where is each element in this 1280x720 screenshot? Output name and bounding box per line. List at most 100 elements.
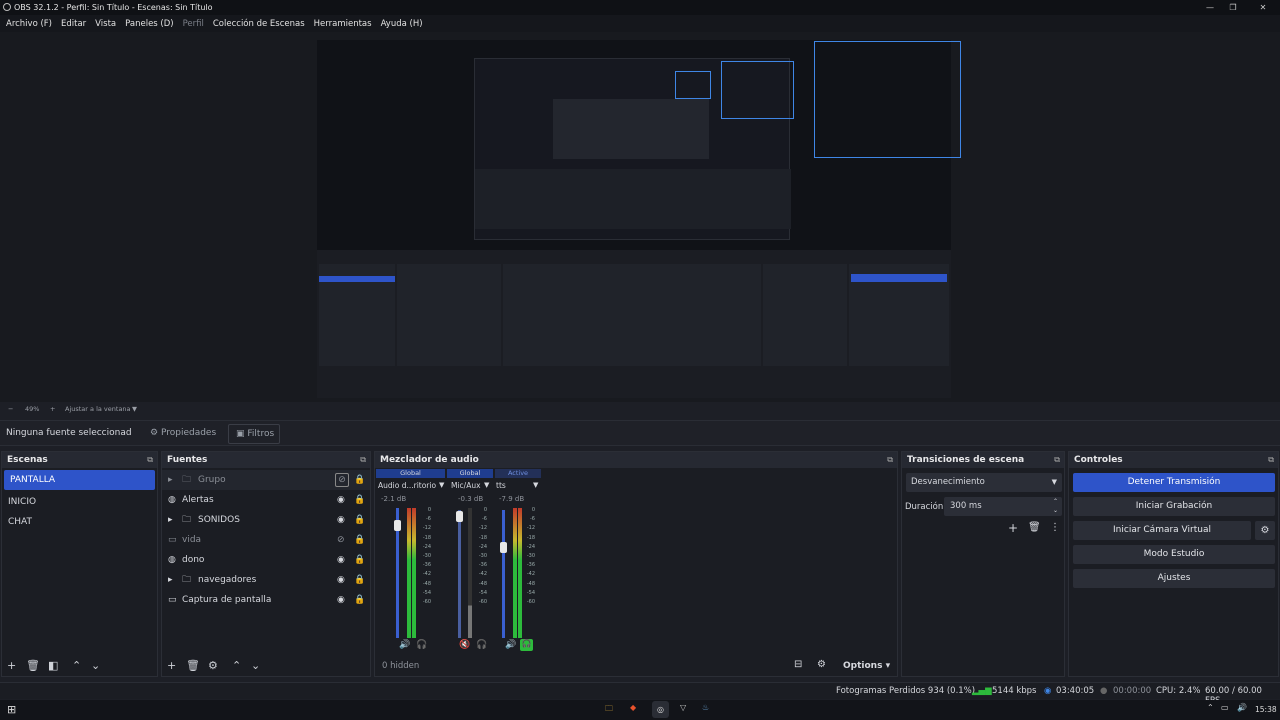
expand-arrow-icon[interactable]: ▸ [168,510,173,530]
menu-herramientas[interactable]: Herramientas [314,19,372,29]
eye-hidden-icon[interactable]: ⊘ [335,473,349,487]
menu-paneles[interactable]: Paneles (D) [125,19,173,29]
lock-icon[interactable]: 🔒 [354,590,365,610]
undock-icon[interactable]: ⧉ [1054,452,1060,468]
studio-mode-button[interactable]: Modo Estudio [1073,545,1275,564]
remove-scene-button[interactable]: 🗑 [26,659,40,672]
scene-filters-button[interactable]: ◧ [48,659,58,672]
move-up-button[interactable]: ⌃ [72,659,81,672]
more-options-icon[interactable]: ⋮ [1050,522,1060,533]
undock-icon[interactable]: ⧉ [360,452,366,468]
mixer-options-button[interactable]: Options ▾ [843,661,890,671]
remove-source-button[interactable]: 🗑 [186,659,200,672]
start-virtual-camera-button[interactable]: Iniciar Cámara Virtual [1073,521,1251,540]
channel-name[interactable]: Audio d...ritorio [378,481,436,490]
start-recording-button[interactable]: Iniciar Grabación [1073,497,1275,516]
lock-icon[interactable]: 🔒 [354,530,365,550]
eye-icon[interactable]: ◉ [337,550,345,570]
headphones-active-icon[interactable]: 🎧 [520,639,533,651]
source-item[interactable]: ◍ dono ◉ 🔒 [162,550,370,570]
move-up-button[interactable]: ⌃ [232,659,241,672]
speaker-icon[interactable]: 🔊 [505,640,516,650]
lock-icon[interactable]: 🔒 [354,490,365,510]
steam-icon[interactable]: ♨ [702,703,709,712]
menu-vista[interactable]: Vista [95,19,116,29]
selection-box[interactable] [814,41,961,158]
zoom-out-button[interactable]: − [8,405,13,413]
volume-icon[interactable]: 🔊 [1237,703,1247,712]
muted-speaker-icon[interactable]: 🔇 [459,640,470,650]
menu-coleccion-escenas[interactable]: Colección de Escenas [213,19,305,29]
volume-slider[interactable] [458,510,461,638]
speaker-icon[interactable]: 🔊 [399,640,410,650]
close-button[interactable]: ✕ [1248,0,1278,15]
headphones-icon[interactable]: 🎧 [416,640,427,650]
filters-button[interactable]: ▣ Filtros [228,424,280,444]
add-transition-button[interactable]: + [1008,521,1018,535]
windows-start-icon[interactable]: ⊞ [7,703,16,716]
virtual-camera-settings-icon[interactable]: ⚙ [1255,521,1275,540]
zoom-fit-label[interactable]: Ajustar a la ventana [65,405,131,413]
duration-input[interactable]: 300 ms ⌃ ⌄ [944,497,1062,516]
lock-open-icon[interactable]: 🔒 [354,550,365,570]
headphones-icon[interactable]: 🎧 [476,640,487,650]
chevron-down-icon[interactable]: ▼ [533,481,538,489]
stop-stream-button[interactable]: Detener Transmisión [1073,473,1275,492]
zoom-in-button[interactable]: + [50,405,55,413]
chevron-down-icon[interactable]: ▼ [484,481,489,489]
tray-chevron-icon[interactable]: ⌃ [1207,703,1214,712]
chevron-down-icon[interactable]: ▼ [439,481,444,489]
scene-item-pantalla[interactable]: PANTALLA [4,470,155,490]
mixer-layout-icon[interactable]: ⊟ [794,659,802,670]
chevron-down-icon[interactable]: ▼ [132,405,137,413]
menu-perfil[interactable]: Perfil [183,19,204,29]
add-scene-button[interactable]: + [7,659,16,672]
source-item[interactable]: ▸ 🗀 SONIDOS ◉ 🔒 [162,510,370,530]
undock-icon[interactable]: ⧉ [147,452,153,468]
restore-button[interactable]: ❐ [1218,0,1248,15]
channel-name[interactable]: tts [496,481,506,490]
menu-editar[interactable]: Editar [61,19,86,29]
mixer-advanced-icon[interactable]: ⚙ [817,659,826,670]
move-down-button[interactable]: ⌄ [91,659,100,672]
source-item[interactable]: ◍ Alertas ◉ 🔒 [162,490,370,510]
undock-icon[interactable]: ⧉ [1268,452,1274,468]
volume-slider-handle[interactable] [394,520,401,531]
add-source-button[interactable]: + [167,659,176,672]
eye-icon[interactable]: ◉ [337,490,345,510]
volume-slider[interactable] [502,510,505,638]
volume-slider-handle[interactable] [456,511,463,522]
network-icon[interactable]: ▭ [1221,703,1229,712]
expand-arrow-icon[interactable]: ▸ [168,570,173,590]
eye-icon[interactable]: ◉ [337,510,345,530]
menu-ayuda[interactable]: Ayuda (H) [381,19,423,29]
lock-open-icon[interactable]: 🔒 [354,470,365,490]
eye-icon[interactable]: ◉ [337,590,345,610]
lock-icon[interactable]: 🔒 [354,510,365,530]
source-item[interactable]: ▭ Captura de pantalla ◉ 🔒 [162,590,370,610]
transition-select[interactable]: Desvanecimiento ▼ [906,473,1062,492]
expand-arrow-icon[interactable]: ▸ [168,470,173,490]
spin-arrows-icon[interactable]: ⌃ ⌄ [1053,497,1058,515]
move-down-button[interactable]: ⌄ [251,659,260,672]
remove-transition-button[interactable]: 🗑 [1028,522,1041,533]
settings-button[interactable]: Ajustes [1073,569,1275,588]
source-item[interactable]: ▭ vida ⊘ 🔒 [162,530,370,550]
eye-hidden-icon[interactable]: ⊘ [337,530,345,550]
channel-name[interactable]: Mic/Aux [451,481,481,490]
lock-icon[interactable]: 🔒 [354,570,365,590]
menu-archivo[interactable]: Archivo (F) [6,19,52,29]
scene-item-chat[interactable]: CHAT [2,512,157,532]
properties-button[interactable]: ⚙ Propiedades [150,428,216,438]
scene-item-inicio[interactable]: INICIO [2,492,157,512]
source-item[interactable]: ▸ 🗀 Grupo ⊘ 🔒 [162,470,370,490]
source-properties-button[interactable]: ⚙ [208,659,218,672]
clock[interactable]: 15:38 [1255,705,1277,714]
file-explorer-icon[interactable]: 🗀 [605,703,613,717]
volume-slider-handle[interactable] [500,542,507,553]
undock-icon[interactable]: ⧉ [887,452,893,468]
obs-taskbar-icon[interactable]: ◎ [652,701,669,718]
brave-browser-icon[interactable]: ◆ [630,703,636,712]
vpn-icon[interactable]: ▽ [680,703,686,712]
source-item[interactable]: ▸ 🗀 navegadores ◉ 🔒 [162,570,370,590]
